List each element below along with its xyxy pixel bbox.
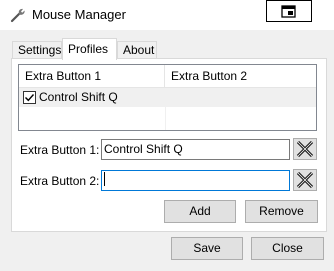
column-header-extra-button-1[interactable]: Extra Button 1 <box>19 65 165 88</box>
clear-button-1[interactable] <box>293 138 317 160</box>
extra-button-1-value: Control Shift Q <box>104 142 183 156</box>
add-button[interactable]: Add <box>164 200 236 223</box>
clear-x-icon <box>296 140 314 158</box>
column-header-extra-button-2[interactable]: Extra Button 2 <box>165 65 316 88</box>
restore-window-icon <box>281 5 296 18</box>
extra-button-2-field[interactable] <box>101 170 290 191</box>
save-button[interactable]: Save <box>171 237 243 260</box>
clear-x-icon <box>296 171 314 189</box>
extra-button-2-label: Extra Button 2: <box>20 174 100 188</box>
column-divider <box>165 88 166 130</box>
extra-button-1-field[interactable]: Control Shift Q <box>101 139 290 160</box>
list-header: Extra Button 1 Extra Button 2 <box>19 65 316 88</box>
checkmark-icon <box>25 94 35 102</box>
tab-about[interactable]: About <box>117 41 157 59</box>
close-button[interactable]: Close <box>251 237 324 260</box>
window-title: Mouse Manager <box>32 7 126 22</box>
profiles-tab-panel: Extra Button 1 Extra Button 2 Control Sh… <box>11 58 327 232</box>
clear-button-2[interactable] <box>293 169 317 191</box>
tab-profiles[interactable]: Profiles <box>62 38 117 60</box>
remove-button[interactable]: Remove <box>245 200 318 223</box>
title-bar: Mouse Manager <box>0 0 334 30</box>
list-item[interactable]: Control Shift Q <box>19 88 316 107</box>
text-caret <box>104 172 105 186</box>
mouse-manager-window: Mouse Manager Settings Profiles About Ex… <box>0 0 334 271</box>
profile-checkbox[interactable] <box>23 91 36 104</box>
wrench-icon <box>10 7 26 23</box>
restore-button[interactable] <box>266 0 312 22</box>
profile-button1-cell: Control Shift Q <box>39 90 118 104</box>
tab-settings[interactable]: Settings <box>12 41 62 59</box>
extra-button-1-label: Extra Button 1: <box>20 143 100 157</box>
profiles-list[interactable]: Extra Button 1 Extra Button 2 Control Sh… <box>18 64 317 131</box>
